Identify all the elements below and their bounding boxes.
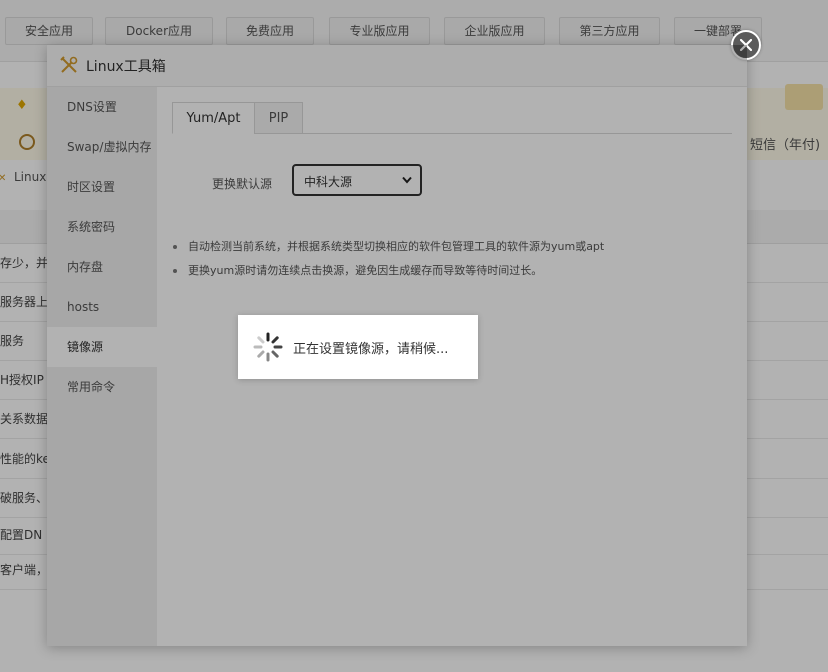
spinner-icon xyxy=(253,332,283,362)
loading-toast: 正在设置镜像源，请稍候... xyxy=(238,315,478,379)
loading-text: 正在设置镜像源，请稍候... xyxy=(293,342,449,357)
